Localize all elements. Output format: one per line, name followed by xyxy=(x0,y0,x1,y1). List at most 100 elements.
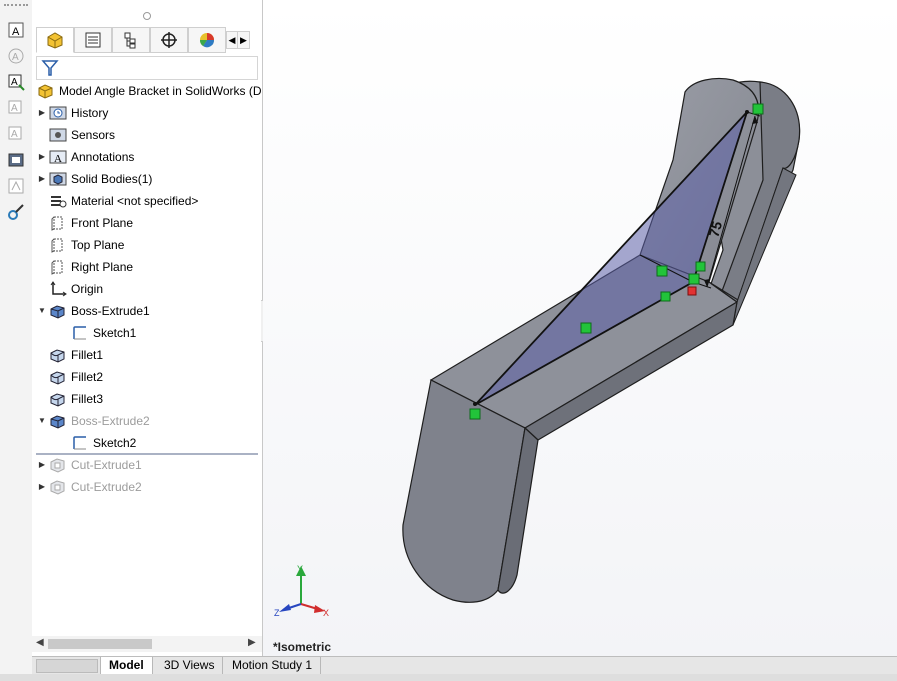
scroll-left-arrow[interactable]: ◀ xyxy=(36,637,44,648)
tree-item[interactable]: Sensors xyxy=(36,124,115,146)
expand-arrow-icon[interactable]: ▼ xyxy=(36,300,48,322)
tree-item[interactable]: Top Plane xyxy=(36,234,124,256)
tree-item[interactable]: Fillet3 xyxy=(36,388,103,410)
expand-arrow-icon[interactable]: ▶ xyxy=(36,454,48,476)
tree-item[interactable]: Fillet1 xyxy=(36,344,103,366)
scroll-right-arrow[interactable]: ▶ xyxy=(248,637,256,648)
tab-3d-views[interactable]: 3D Views xyxy=(156,657,224,674)
history-icon xyxy=(48,104,68,122)
tree-item-label: Boss-Extrude2 xyxy=(71,414,150,428)
plane-icon xyxy=(48,214,68,232)
tree-item-label: Cut-Extrude1 xyxy=(71,458,142,472)
tab-motion-study-1[interactable]: Motion Study 1 xyxy=(224,657,322,674)
tree-item-label: Solid Bodies(1) xyxy=(71,172,153,186)
triad-z-label: Z xyxy=(274,608,280,618)
cut-extrude-icon xyxy=(48,456,68,474)
surface-finish-icon[interactable]: A xyxy=(6,98,26,118)
annotations-icon: A xyxy=(48,148,68,166)
rollback-bar[interactable] xyxy=(36,453,258,455)
tree-item-label: Fillet3 xyxy=(71,392,104,406)
tree-item-label: Sketch2 xyxy=(93,436,137,450)
tree-filter[interactable] xyxy=(36,56,258,80)
sketch-icon xyxy=(70,434,90,452)
tree-item-label: Material <not specified> xyxy=(71,194,199,208)
tree-item-label: History xyxy=(71,106,109,120)
note-icon[interactable]: A xyxy=(6,20,26,40)
tree-item[interactable]: Model Angle Bracket in SolidWorks (D xyxy=(36,80,262,102)
smart-dimension-icon[interactable] xyxy=(6,202,26,222)
horizontal-marker[interactable] xyxy=(656,265,668,277)
toolbar-grip[interactable] xyxy=(4,4,28,10)
tree-item[interactable]: ▶ Cut-Extrude1 xyxy=(36,454,142,476)
cut-extrude-icon xyxy=(48,478,68,496)
tree-item-label: Model Angle Bracket in SolidWorks (D xyxy=(59,84,262,98)
weld-symbol-icon[interactable]: A xyxy=(6,124,26,144)
model-canvas[interactable]: 75 Y X Z xyxy=(263,0,897,658)
tree-item-label: Sensors xyxy=(71,128,116,142)
tree-item[interactable]: ▼ Boss-Extrude2 xyxy=(36,410,150,432)
fillet-icon xyxy=(48,390,68,408)
fillet-icon xyxy=(48,368,68,386)
tree-item-label: Origin xyxy=(71,282,104,296)
tabs-scroll-left[interactable]: ◀ xyxy=(226,31,238,49)
tree-item[interactable]: Sketch2 xyxy=(58,432,136,454)
coincident-marker[interactable] xyxy=(688,273,700,285)
expand-arrow-icon[interactable]: ▶ xyxy=(36,476,48,498)
origin-icon xyxy=(48,280,68,298)
property-manager-tab[interactable] xyxy=(74,27,112,53)
svg-text:A: A xyxy=(12,52,19,63)
tree-item[interactable]: ▶ Cut-Extrude2 xyxy=(36,476,142,498)
view-orientation-label: *Isometric xyxy=(273,640,332,654)
tab-navigation-arrows[interactable] xyxy=(36,659,98,673)
filter-icon xyxy=(41,60,59,76)
midpoint-marker[interactable] xyxy=(580,322,592,334)
balloon-icon[interactable]: A xyxy=(6,46,26,66)
hole-callout-icon[interactable] xyxy=(6,150,26,170)
dimxpert-icon xyxy=(161,32,177,48)
tree-item[interactable]: ▶ Solid Bodies(1) xyxy=(36,168,152,190)
auto-balloon-icon[interactable]: A xyxy=(6,72,26,92)
horizontal-scrollbar[interactable]: ◀ ▶ xyxy=(32,636,262,652)
collinear-marker[interactable] xyxy=(695,261,706,272)
tree-item-label: Fillet2 xyxy=(71,370,104,384)
display-manager-icon xyxy=(199,33,215,48)
configuration-manager-tab[interactable] xyxy=(112,27,150,53)
triad-y-label: Y xyxy=(297,564,303,574)
feature-manager-panel: ◀ ▶ Model Angle Bracket in SolidWorks (D… xyxy=(32,0,263,658)
display-manager-tab[interactable] xyxy=(188,27,226,53)
feature-tree-icon xyxy=(47,32,63,49)
tree-item[interactable]: ▶ A Annotations xyxy=(36,146,134,168)
fixed-marker[interactable] xyxy=(687,286,697,296)
tree-item-label: Annotations xyxy=(71,150,135,164)
tree-item[interactable]: ▶ History xyxy=(36,102,108,124)
tree-item-label: Front Plane xyxy=(71,216,134,230)
coincident-marker[interactable] xyxy=(469,408,481,420)
tabs-scroll-right[interactable]: ▶ xyxy=(238,31,250,49)
parallel-marker[interactable] xyxy=(660,291,671,302)
tree-item[interactable]: Material <not specified> xyxy=(36,190,198,212)
part-icon xyxy=(36,82,56,100)
coincident-marker[interactable] xyxy=(752,103,764,115)
tab-model[interactable]: Model xyxy=(100,657,153,674)
expand-arrow-icon[interactable]: ▶ xyxy=(36,168,48,190)
expand-arrow-icon[interactable]: ▼ xyxy=(36,410,48,432)
expand-arrow-icon[interactable]: ▶ xyxy=(36,146,48,168)
feature-tree-tab[interactable] xyxy=(36,27,74,53)
property-manager-icon xyxy=(85,32,101,48)
tree-item[interactable]: Origin xyxy=(36,278,103,300)
scrollbar-thumb[interactable] xyxy=(48,639,152,649)
datum-icon[interactable] xyxy=(6,176,26,196)
panel-grip[interactable] xyxy=(32,8,262,22)
tree-item[interactable]: ▼ Boss-Extrude1 xyxy=(36,300,150,322)
graphics-area[interactable]: 75 Y X Z *Isometric xyxy=(263,0,897,658)
tree-item[interactable]: Right Plane xyxy=(36,256,133,278)
fillet-icon xyxy=(48,346,68,364)
tree-item[interactable]: Fillet2 xyxy=(36,366,103,388)
tree-item-label: Fillet1 xyxy=(71,348,104,362)
tree-item[interactable]: Sketch1 xyxy=(58,322,136,344)
plane-icon xyxy=(48,258,68,276)
dimxpert-tab[interactable] xyxy=(150,27,188,53)
tree-item[interactable]: Front Plane xyxy=(36,212,133,234)
status-bar xyxy=(0,674,897,681)
expand-arrow-icon[interactable]: ▶ xyxy=(36,102,48,124)
